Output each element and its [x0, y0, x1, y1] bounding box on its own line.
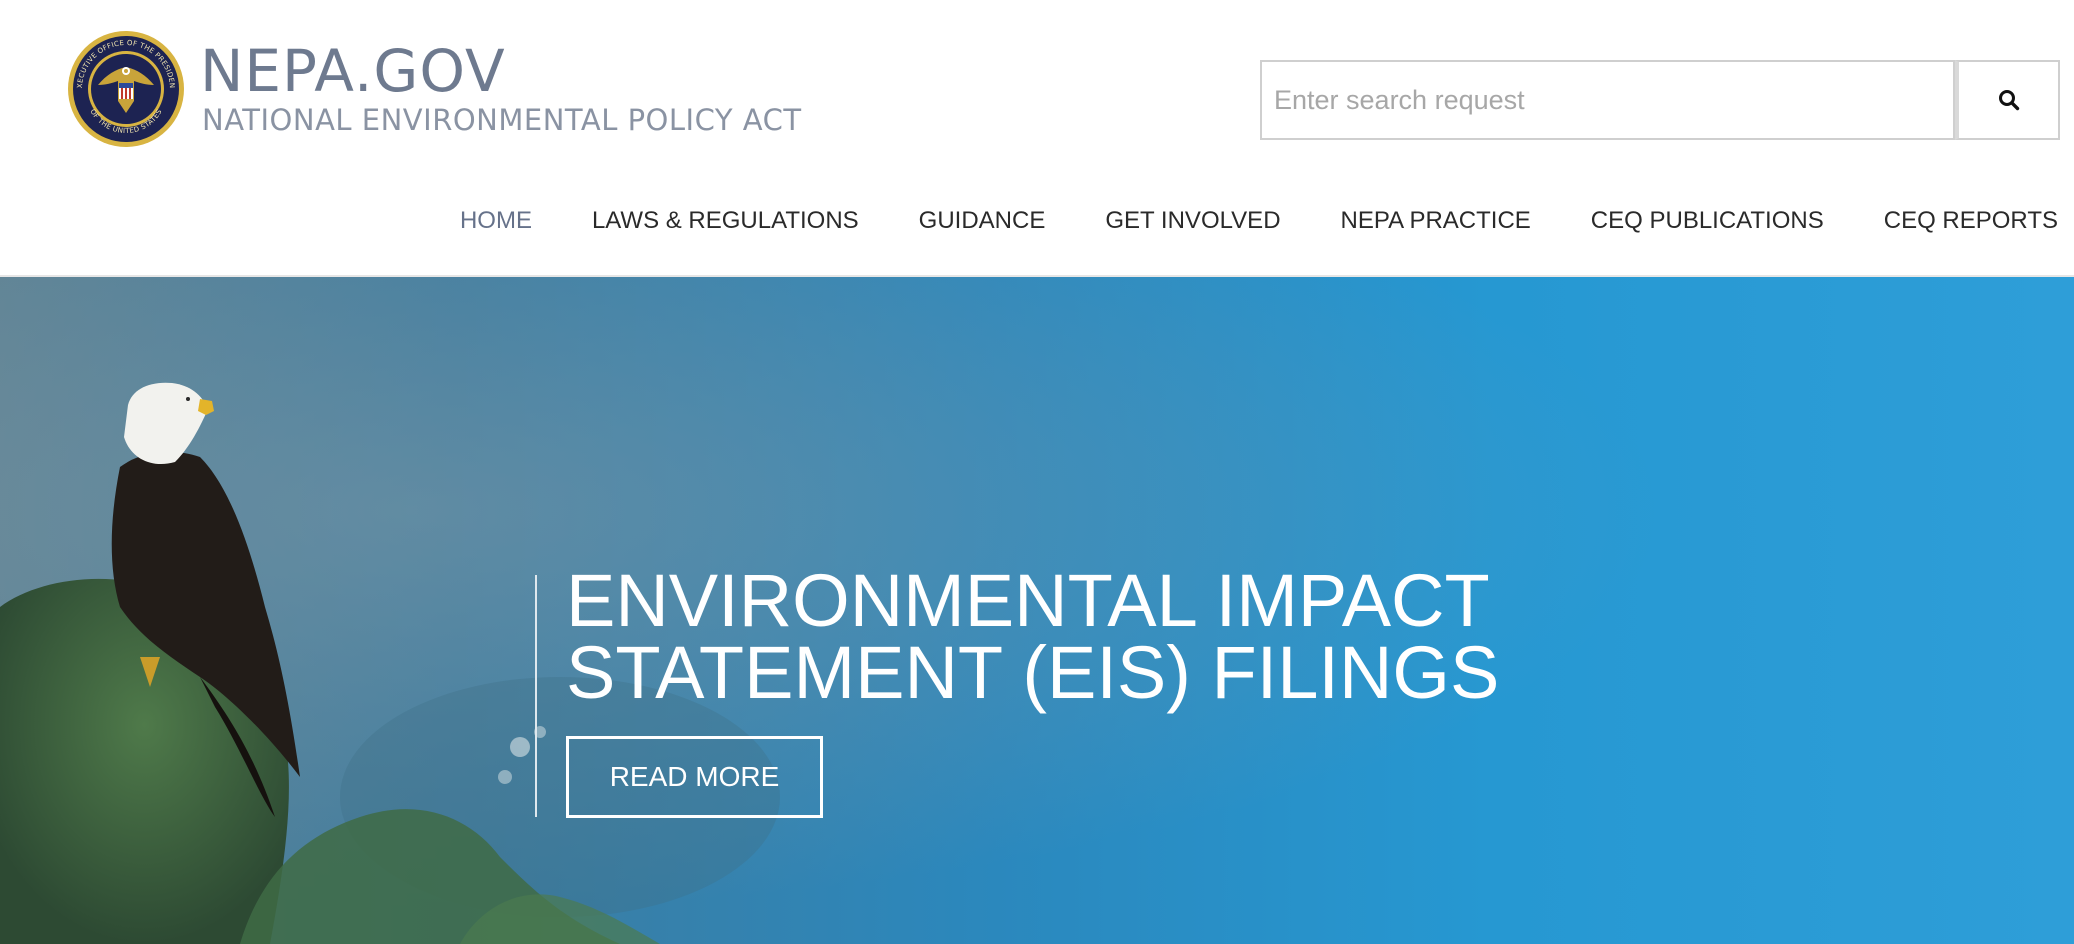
presidential-seal-icon[interactable]: EXECUTIVE OFFICE OF THE PRESIDENT OF THE…	[66, 29, 186, 149]
search-input[interactable]	[1260, 60, 1955, 140]
site-subtitle: NATIONAL ENVIRONMENTAL POLICY ACT	[202, 103, 802, 137]
nav-item-nepa-practice[interactable]: NEPA PRACTICE	[1341, 207, 1531, 235]
search-button[interactable]	[1955, 60, 2060, 140]
hero-title-line-1: ENVIRONMENTAL IMPACT	[566, 559, 1490, 642]
nav-item-laws-regulations[interactable]: LAWS & REGULATIONS	[592, 207, 859, 235]
hero-title[interactable]: ENVIRONMENTAL IMPACT STATEMENT (EIS) FIL…	[566, 559, 1500, 714]
site-title[interactable]: NEPA.GOV	[200, 36, 506, 106]
read-more-button[interactable]: READ MORE	[566, 736, 823, 818]
nav-item-ceq-publications[interactable]: CEQ PUBLICATIONS	[1591, 207, 1824, 235]
hero-banner: ENVIRONMENTAL IMPACT STATEMENT (EIS) FIL…	[0, 277, 2074, 944]
site-header: EXECUTIVE OFFICE OF THE PRESIDENT OF THE…	[0, 0, 2074, 277]
nav-item-guidance[interactable]: GUIDANCE	[919, 207, 1046, 235]
nav-item-ceq-reports[interactable]: CEQ REPORTS	[1884, 207, 2058, 235]
hero-divider	[535, 575, 537, 817]
nav-item-get-involved[interactable]: GET INVOLVED	[1105, 207, 1280, 235]
hero-title-line-2: STATEMENT (EIS) FILINGS	[566, 631, 1500, 714]
nav-item-home[interactable]: HOME	[460, 207, 532, 235]
main-navigation: HOME LAWS & REGULATIONS GUIDANCE GET INV…	[460, 200, 2058, 242]
search-icon	[1998, 90, 2019, 111]
search-form	[1260, 60, 2060, 140]
